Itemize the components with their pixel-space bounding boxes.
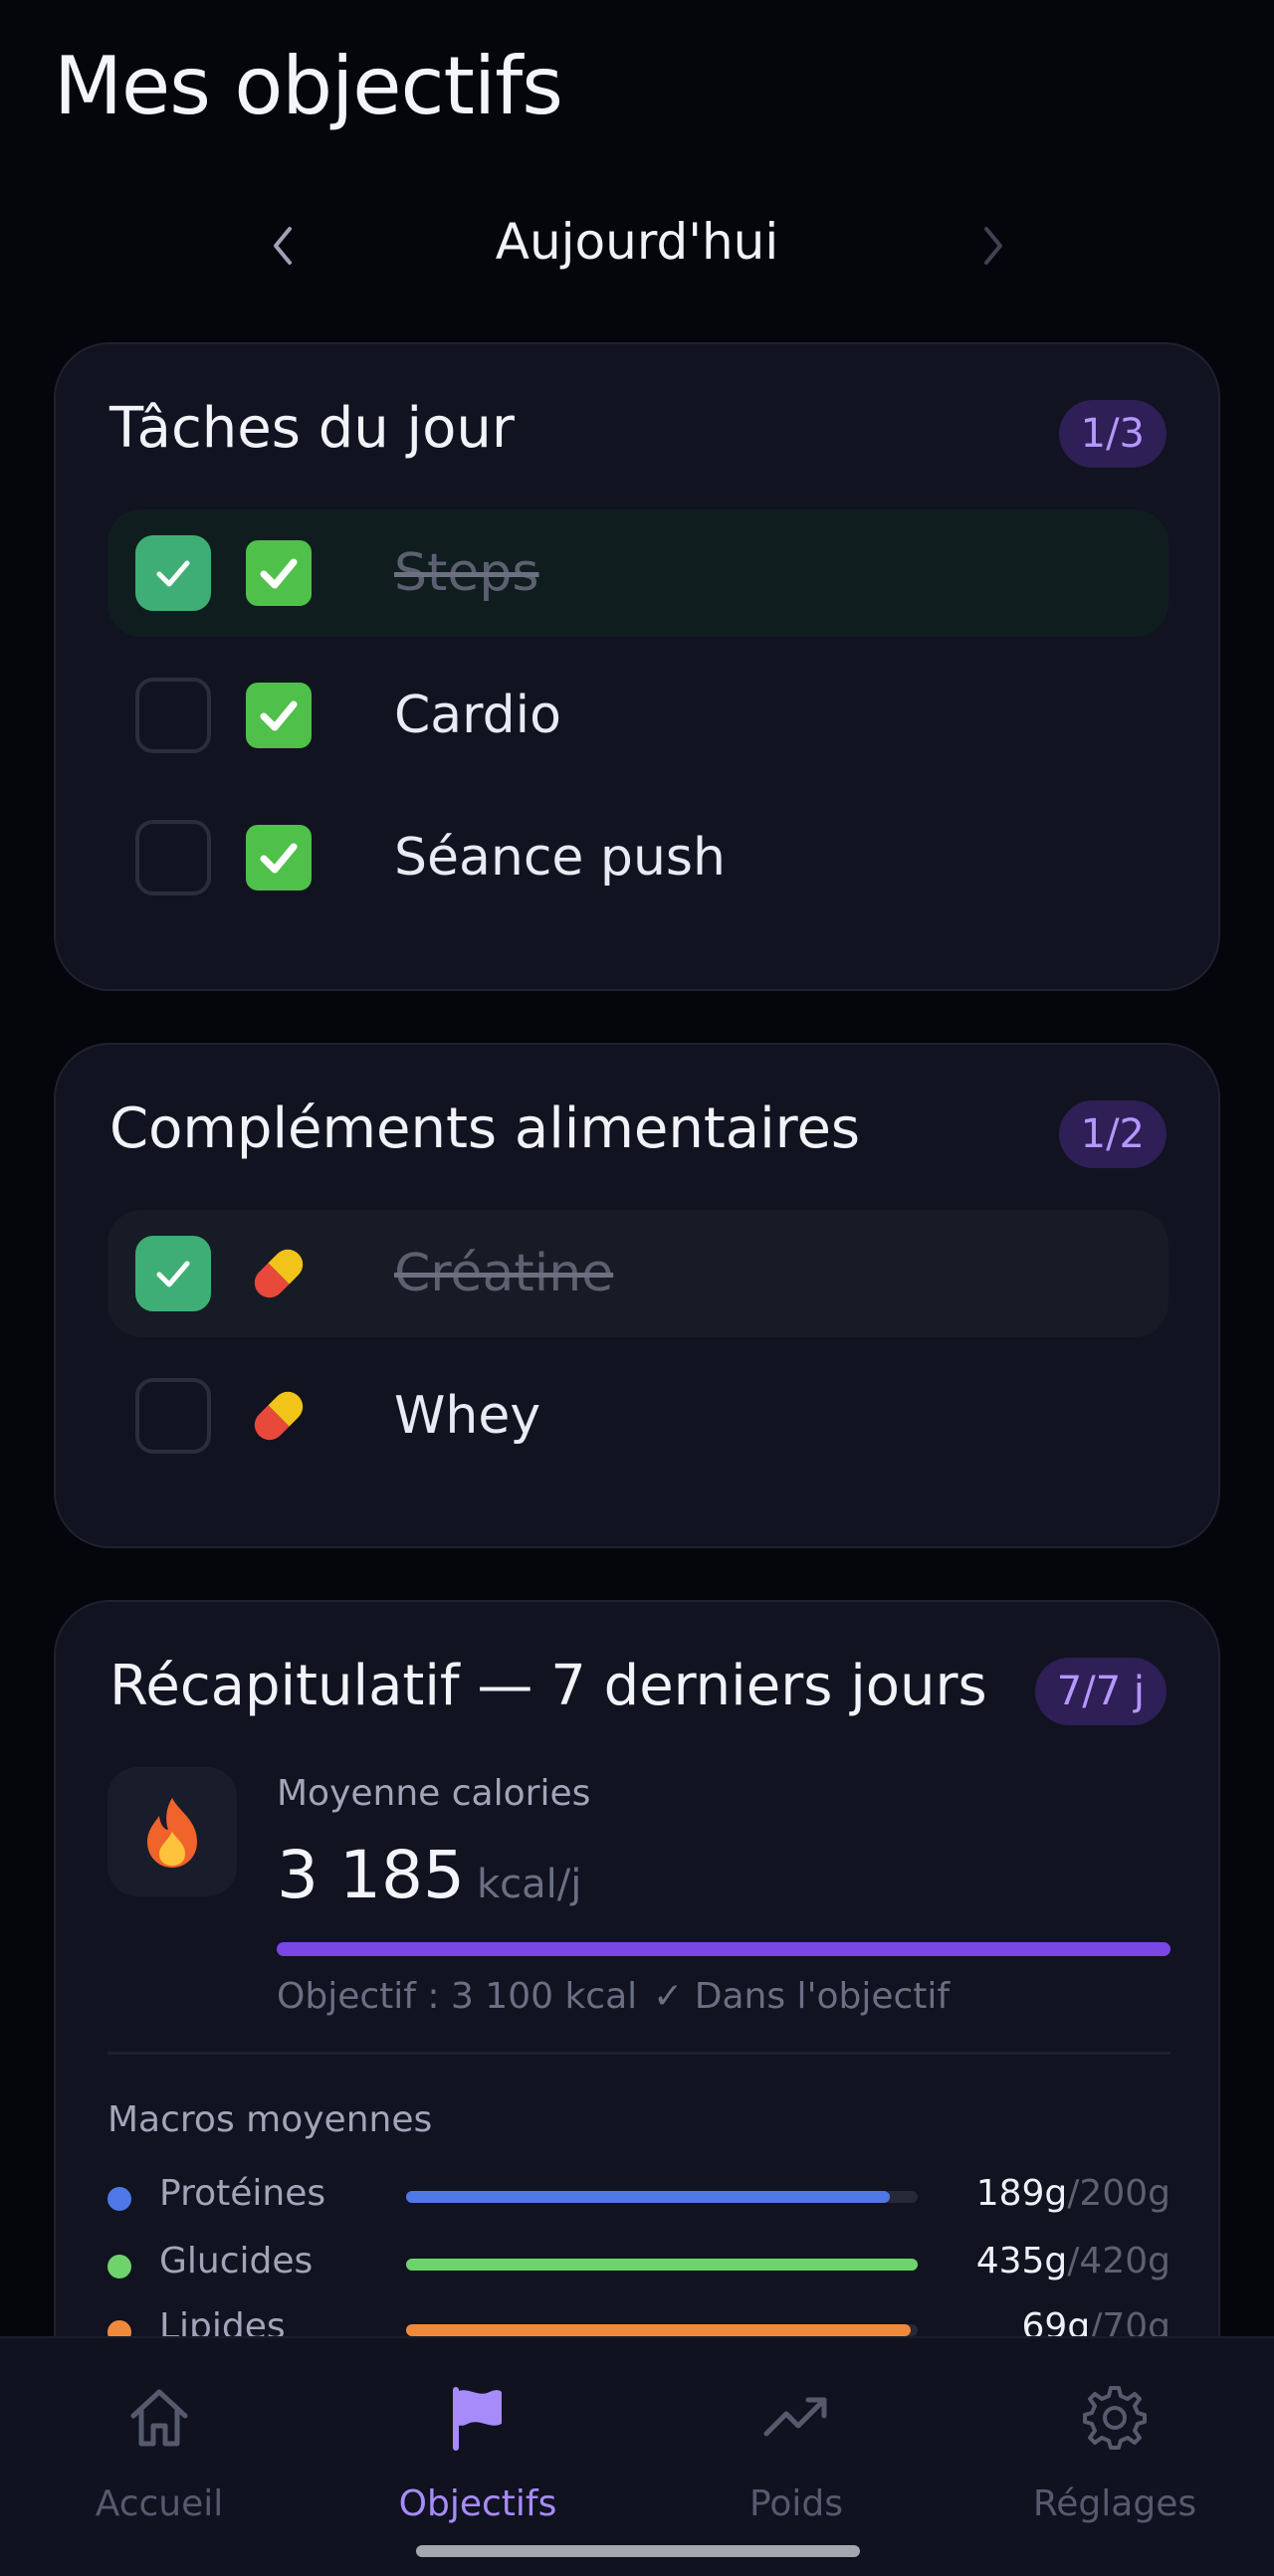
supplement-item-whey[interactable]: Whey (107, 1352, 1168, 1480)
fire-icon-tile (107, 1767, 237, 1896)
macro-track (406, 2191, 918, 2203)
macros-title: Macros moyennes (107, 2099, 433, 2140)
calories-value: 3 185 (277, 1837, 465, 1913)
checkmark-icon (156, 1261, 190, 1288)
divider (107, 2052, 1170, 2055)
bottom-tab-bar: Accueil Objectifs Poids Réglages (0, 2336, 1274, 2576)
days-badge: 7/7 j (1034, 1658, 1167, 1725)
supplement-item-creatine[interactable]: Créatine (107, 1210, 1168, 1337)
flag-icon (453, 2387, 502, 2451)
home-icon (130, 2389, 188, 2447)
macro-name: Protéines (159, 2173, 326, 2214)
checkbox[interactable] (135, 820, 211, 895)
supplements-card: Compléments alimentaires 1/2 Créatine Wh… (54, 1043, 1220, 1548)
macro-name: Glucides (159, 2241, 314, 2281)
calories-average: 3 185 kcal/j (277, 1837, 581, 1913)
calories-unit: kcal/j (476, 1862, 582, 1907)
checkbox[interactable] (135, 1236, 211, 1311)
pill-emoji (241, 1378, 317, 1454)
checkbox[interactable] (135, 678, 211, 753)
daily-tasks-card: Tâches du jour 1/3 Steps Cardio Séance p… (54, 342, 1220, 991)
gear-icon (1083, 2386, 1147, 2450)
macro-row-proteins: Protéines 189g/200g (107, 2167, 1170, 2227)
page-title: Mes objectifs (54, 40, 563, 132)
home-indicator (416, 2545, 860, 2557)
card-title: Compléments alimentaires (109, 1096, 861, 1161)
macro-track (406, 2259, 918, 2271)
macro-row-carbs: Glucides 435g/420g (107, 2235, 1170, 2294)
progress-badge: 1/2 (1058, 1100, 1167, 1168)
task-item-cardio[interactable]: Cardio (107, 652, 1168, 779)
tab-accueil[interactable]: Accueil (0, 2338, 318, 2537)
task-item-seance-push[interactable]: Séance push (107, 794, 1168, 921)
pill-emoji (241, 1236, 317, 1311)
green-check-emoji (241, 820, 317, 895)
macro-track (406, 2324, 918, 2336)
supplement-label: Créatine (394, 1244, 614, 1303)
fire-icon (147, 1798, 197, 1868)
chevron-right-icon (984, 227, 1002, 265)
macro-dot (107, 2255, 131, 2279)
macro-dot (107, 2187, 131, 2211)
checkbox[interactable] (135, 535, 211, 611)
goal-text: Objectif : 3 100 kcal (277, 1976, 638, 2017)
green-check-emoji (241, 678, 317, 753)
card-title: Récapitulatif — 7 derniers jours (109, 1654, 987, 1718)
calories-progress-fill (277, 1942, 1170, 1956)
tab-poids[interactable]: Poids (637, 2338, 956, 2537)
task-label: Steps (394, 543, 539, 603)
supplement-label: Whey (394, 1386, 541, 1446)
calories-goal-note: Objectif : 3 100 kcal ✓ Dans l'objectif (277, 1976, 950, 2017)
tab-label: Réglages (1032, 2483, 1197, 2524)
tab-objectifs[interactable]: Objectifs (318, 2338, 637, 2537)
calories-progress-track (277, 1942, 1170, 1956)
macro-fill (406, 2191, 890, 2203)
date-label: Aujourd'hui (495, 213, 779, 271)
next-day-button[interactable] (973, 221, 1013, 271)
tab-label: Accueil (95, 2483, 224, 2524)
task-item-steps[interactable]: Steps (107, 509, 1168, 637)
tab-reglages[interactable]: Réglages (956, 2338, 1274, 2537)
macro-value: 189g/200g (975, 2173, 1170, 2214)
tab-label: Objectifs (398, 2483, 557, 2524)
macro-value: 435g/420g (975, 2241, 1170, 2281)
date-navigator: Aujourd'hui (0, 199, 1274, 289)
card-title: Tâches du jour (109, 396, 515, 461)
trend-up-icon (763, 2397, 827, 2437)
task-label: Cardio (394, 686, 561, 745)
tab-label: Poids (748, 2483, 844, 2524)
calories-label: Moyenne calories (277, 1773, 591, 1814)
checkbox[interactable] (135, 1378, 211, 1454)
macro-fill (406, 2324, 911, 2336)
progress-badge: 1/3 (1058, 400, 1167, 468)
green-check-emoji (241, 535, 317, 611)
goal-status: ✓ Dans l'objectif (653, 1976, 951, 2017)
checkmark-icon (156, 560, 190, 587)
macro-fill (406, 2259, 918, 2271)
task-label: Séance push (394, 828, 726, 888)
